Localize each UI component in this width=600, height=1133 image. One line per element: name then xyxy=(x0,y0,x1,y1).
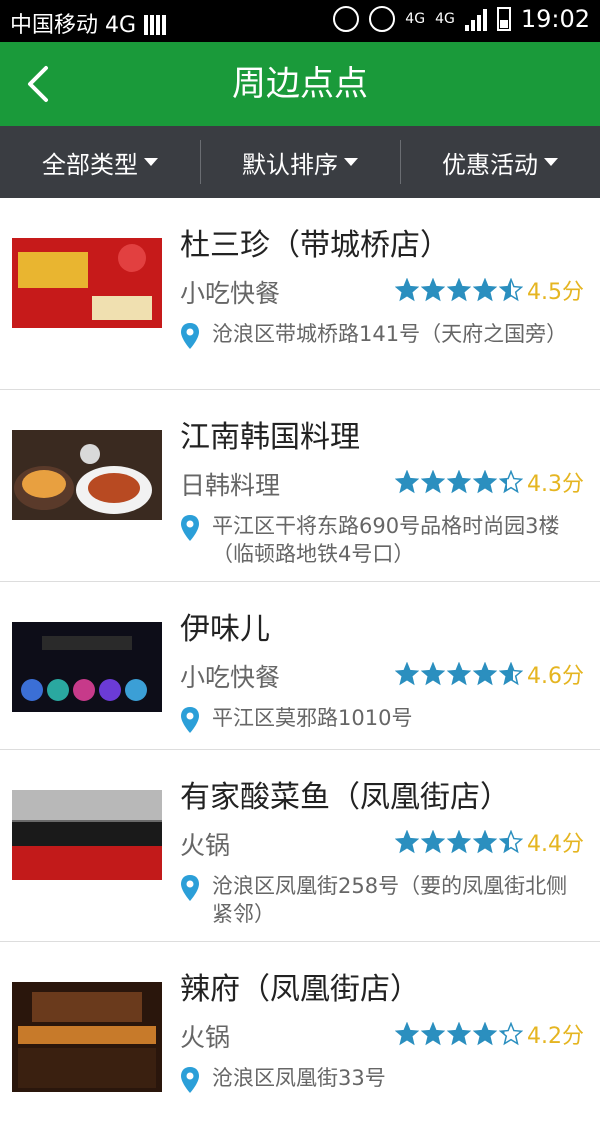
star-icon xyxy=(473,830,497,854)
list-item[interactable]: 辣府（凤凰街店） 火锅 4.2分 沧浪区凤凰街33号 xyxy=(0,942,600,1133)
rating-score: 4.6分 xyxy=(527,664,584,689)
shop-category: 日韩料理 xyxy=(180,471,281,500)
list-item[interactable]: 伊味儿 小吃快餐 4.6分 平江区莫邪路1010号 xyxy=(0,582,600,750)
star-icon xyxy=(421,662,445,686)
status-bar: 中国移动 4G 4G 4G 19:02 xyxy=(0,0,600,42)
rating-score: 4.3分 xyxy=(527,472,584,497)
shop-thumbnail xyxy=(12,430,162,520)
shop-rating: 4.2分 xyxy=(395,1018,584,1050)
filter-promo-dropdown[interactable]: 优惠活动 xyxy=(400,126,600,198)
star-icon xyxy=(395,662,419,686)
rating-stars xyxy=(395,830,525,854)
rating-score: 4.2分 xyxy=(527,1024,584,1049)
star-icon xyxy=(447,830,471,854)
shop-address-text: 平江区干将东路690号品格时尚园3楼（临顿路地铁4号口） xyxy=(212,514,560,566)
shop-category: 小吃快餐 xyxy=(180,279,281,308)
shop-address: 沧浪区带城桥路141号（天府之国旁） xyxy=(180,320,570,349)
shop-thumbnail xyxy=(12,982,162,1092)
star-icon xyxy=(421,830,445,854)
star-icon xyxy=(499,278,523,302)
shop-name: 杜三珍（带城桥店） xyxy=(180,228,450,263)
location-pin-icon xyxy=(181,707,199,733)
shop-thumbnail xyxy=(12,622,162,712)
battery-icon xyxy=(496,7,511,31)
star-icon xyxy=(473,662,497,686)
filter-type-label: 全部类型 xyxy=(42,150,138,179)
shop-name: 辣府（凤凰街店） xyxy=(180,972,420,1007)
star-icon xyxy=(395,278,419,302)
rating-score: 4.4分 xyxy=(527,832,584,857)
clock-time: 19:02 xyxy=(520,5,590,33)
rating-stars xyxy=(395,662,525,686)
shop-address-text: 沧浪区凤凰街258号（要的凤凰街北侧紧邻） xyxy=(212,874,568,926)
star-icon xyxy=(473,1022,497,1046)
alarm-icon xyxy=(369,6,396,32)
star-icon xyxy=(499,1022,523,1046)
carrier-label: 中国移动 4G xyxy=(10,13,137,38)
shop-address-text: 沧浪区带城桥路141号（天府之国旁） xyxy=(212,322,568,346)
shop-category: 火锅 xyxy=(180,1023,231,1052)
shop-category: 火锅 xyxy=(180,831,231,860)
star-icon xyxy=(447,278,471,302)
star-icon xyxy=(473,470,497,494)
location-pin-icon xyxy=(181,323,199,349)
shop-name: 江南韩国料理 xyxy=(180,420,360,455)
page-title: 周边点点 xyxy=(232,64,368,104)
shop-name: 伊味儿 xyxy=(180,612,270,647)
shop-address: 沧浪区凤凰街258号（要的凤凰街北侧紧邻） xyxy=(180,872,570,928)
caret-down-icon xyxy=(344,158,358,166)
filter-promo-label: 优惠活动 xyxy=(442,150,538,179)
shop-list: 杜三珍（带城桥店） 小吃快餐 4.5分 沧浪区带城桥路141号（天府之国旁） 江… xyxy=(0,198,600,1133)
rating-stars xyxy=(395,470,525,494)
list-item[interactable]: 有家酸菜鱼（凤凰街店） 火锅 4.4分 沧浪区凤凰街258号（要的凤凰街北侧紧邻… xyxy=(0,750,600,942)
star-icon xyxy=(447,1022,471,1046)
star-icon xyxy=(395,1022,419,1046)
shop-category: 小吃快餐 xyxy=(180,663,281,692)
shop-address-text: 平江区莫邪路1010号 xyxy=(212,706,413,730)
shop-address: 平江区干将东路690号品格时尚园3楼（临顿路地铁4号口） xyxy=(180,512,570,568)
star-icon xyxy=(499,662,523,686)
network-type-1: 4G xyxy=(405,11,426,27)
shop-name: 有家酸菜鱼（凤凰街店） xyxy=(180,780,510,815)
rating-score: 4.5分 xyxy=(527,280,584,305)
star-icon xyxy=(447,662,471,686)
rating-stars xyxy=(395,1022,525,1046)
shop-thumbnail xyxy=(12,790,162,880)
caret-down-icon xyxy=(544,158,558,166)
star-icon xyxy=(447,470,471,494)
star-icon xyxy=(395,470,419,494)
filter-sort-dropdown[interactable]: 默认排序 xyxy=(200,126,400,198)
signal-icon xyxy=(144,11,167,35)
star-icon xyxy=(499,830,523,854)
list-item[interactable]: 江南韩国料理 日韩料理 4.3分 平江区干将东路690号品格时尚园3楼（临顿路地… xyxy=(0,390,600,582)
location-pin-icon xyxy=(181,1067,199,1093)
shop-rating: 4.6分 xyxy=(395,658,584,690)
star-icon xyxy=(395,830,419,854)
network-type-2: 4G xyxy=(435,11,455,27)
rotation-lock-icon xyxy=(333,6,360,32)
filter-type-dropdown[interactable]: 全部类型 xyxy=(0,126,200,198)
shop-address-text: 沧浪区凤凰街33号 xyxy=(212,1066,386,1090)
shop-address: 沧浪区凤凰街33号 xyxy=(180,1064,570,1093)
filter-bar: 全部类型 默认排序 优惠活动 xyxy=(0,126,600,198)
location-pin-icon xyxy=(181,515,199,541)
rating-stars xyxy=(395,278,525,302)
location-pin-icon xyxy=(181,875,199,901)
cell-signal-icon xyxy=(464,7,487,31)
shop-rating: 4.5分 xyxy=(395,274,584,306)
star-icon xyxy=(421,1022,445,1046)
filter-sort-label: 默认排序 xyxy=(242,150,338,179)
shop-address: 平江区莫邪路1010号 xyxy=(180,704,570,733)
caret-down-icon xyxy=(144,158,158,166)
shop-rating: 4.4分 xyxy=(395,826,584,858)
star-icon xyxy=(473,278,497,302)
shop-thumbnail xyxy=(12,238,162,328)
title-bar: 周边点点 xyxy=(0,42,600,126)
star-icon xyxy=(421,470,445,494)
star-icon xyxy=(499,470,523,494)
list-item[interactable]: 杜三珍（带城桥店） 小吃快餐 4.5分 沧浪区带城桥路141号（天府之国旁） xyxy=(0,198,600,390)
star-icon xyxy=(421,278,445,302)
shop-rating: 4.3分 xyxy=(395,466,584,498)
